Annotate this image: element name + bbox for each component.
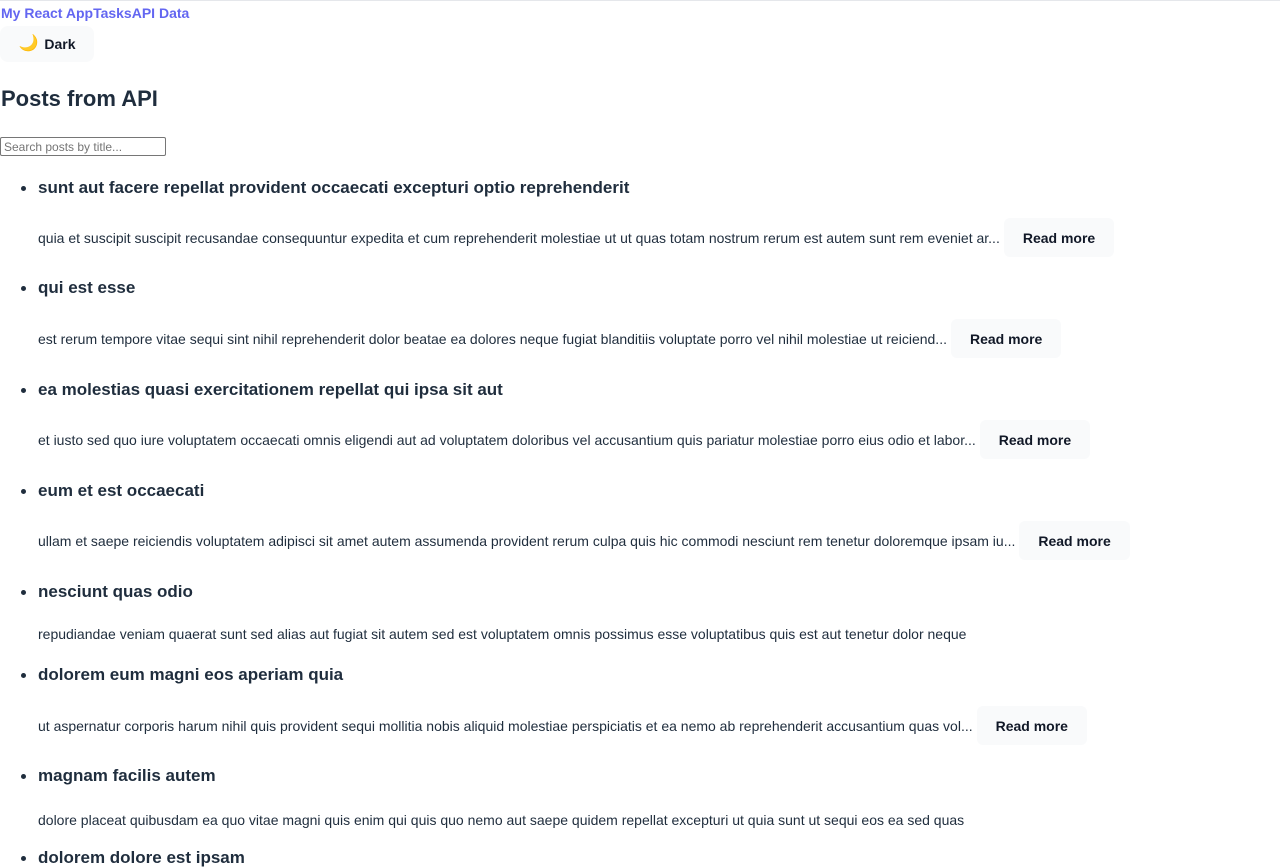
read-more-button[interactable]: Read more — [1019, 521, 1130, 560]
search-input[interactable] — [0, 137, 166, 156]
bullet-icon — [21, 489, 26, 494]
post-title: qui est esse — [38, 278, 136, 297]
top-border — [0, 0, 1280, 1]
read-more-button[interactable]: Read more — [976, 706, 1087, 745]
post-body: dolore placeat quibusdam ea quo vitae ma… — [38, 812, 965, 828]
post-body-row: quia et suscipit suscipit recusandae con… — [38, 218, 1115, 257]
post-body: ullam et saepe reiciendis voluptatem adi… — [38, 532, 1016, 549]
nav-brand[interactable]: My React App — [1, 5, 93, 21]
post-title: sunt aut facere repellat provident occae… — [38, 178, 630, 197]
top-nav: My React AppTasksAPI Data — [1, 5, 189, 21]
bullet-icon — [21, 590, 26, 595]
read-more-button[interactable]: Read more — [979, 420, 1091, 459]
post-title: eum et est occaecati — [38, 481, 205, 500]
post-body-row: dolore placeat quibusdam ea quo vitae ma… — [38, 810, 964, 830]
post-body: ut aspernatur corporis harum nihil quis … — [38, 717, 973, 734]
nav-link-api-data[interactable]: API Data — [132, 5, 190, 21]
bullet-icon — [21, 774, 26, 779]
post-body: quia et suscipit suscipit recusandae con… — [38, 229, 1000, 246]
post-title: magnam facilis autem — [38, 766, 216, 785]
nav-link-tasks[interactable]: Tasks — [93, 5, 132, 21]
page-title: Posts from API — [1, 86, 158, 111]
theme-toggle-button[interactable]: 🌙 Dark — [0, 26, 94, 62]
moon-icon: 🌙 — [18, 35, 39, 52]
bullet-icon — [21, 186, 26, 191]
bullet-icon — [21, 673, 26, 678]
post-title: nesciunt quas odio — [38, 582, 193, 601]
post-body: repudiandae veniam quaerat sunt sed alia… — [38, 626, 967, 642]
post-title: dolorem dolore est ipsam — [38, 848, 245, 867]
post-body-row: repudiandae veniam quaerat sunt sed alia… — [38, 624, 966, 644]
post-body-row: est rerum tempore vitae sequi sint nihil… — [38, 319, 1062, 358]
post-body: et iusto sed quo iure voluptatem occaeca… — [38, 431, 976, 448]
post-body-row: et iusto sed quo iure voluptatem occaeca… — [38, 420, 1091, 459]
bullet-icon — [21, 286, 26, 291]
post-body-row: ut aspernatur corporis harum nihil quis … — [38, 706, 1087, 745]
bullet-icon — [21, 388, 26, 393]
post-body-row: ullam et saepe reiciendis voluptatem adi… — [38, 521, 1130, 560]
read-more-button[interactable]: Read more — [950, 319, 1062, 358]
post-title: dolorem eum magni eos aperiam quia — [38, 665, 344, 684]
read-more-button[interactable]: Read more — [1003, 218, 1115, 257]
post-body: est rerum tempore vitae sequi sint nihil… — [38, 330, 947, 347]
theme-toggle-label: Dark — [44, 36, 76, 52]
post-title: ea molestias quasi exercitationem repell… — [38, 380, 503, 399]
